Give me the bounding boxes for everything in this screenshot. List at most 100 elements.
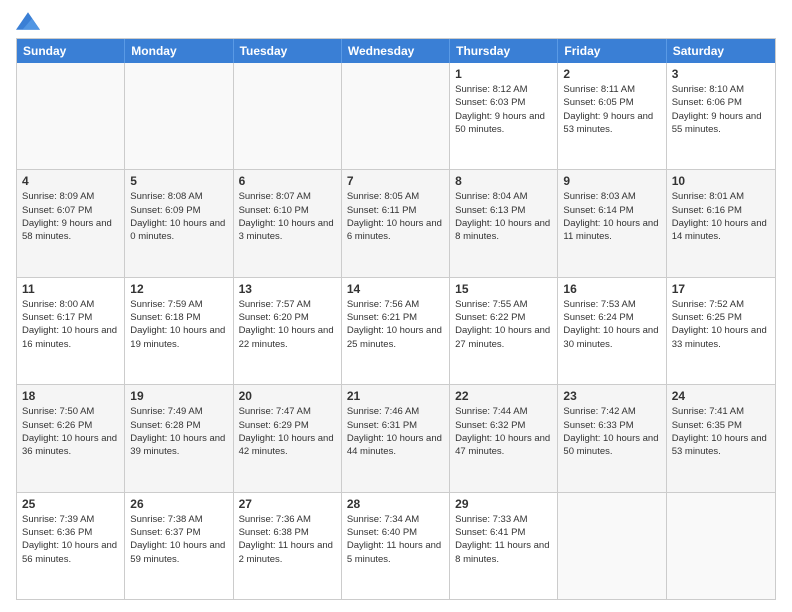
calendar-cell: 15Sunrise: 7:55 AM Sunset: 6:22 PM Dayli… <box>450 278 558 384</box>
calendar-cell: 10 Sunrise: 8:01 AM Sunset: 6:16 PM Dayli… <box>667 170 775 276</box>
day-number: 6 <box>239 174 336 188</box>
calendar-cell: 21 Sunrise: 7:46 AM Sunset: 6:31 PM Dayli… <box>342 385 450 491</box>
calendar-week-row: 11Sunrise: 8:00 AM Sunset: 6:17 PM Dayli… <box>17 278 775 385</box>
day-number: 19 <box>130 389 227 403</box>
calendar-cell: 4 Sunrise: 8:09 AM Sunset: 6:07 PM Daylig… <box>17 170 125 276</box>
calendar-cell <box>667 493 775 599</box>
calendar-header-row: SundayMondayTuesdayWednesdayThursdayFrid… <box>17 39 775 63</box>
day-info: Sunrise: 8:08 AM Sunset: 6:09 PM Dayligh… <box>130 190 227 243</box>
calendar-cell: 12 Sunrise: 7:59 AM Sunset: 6:18 PM Dayli… <box>125 278 233 384</box>
calendar-cell: 28 Sunrise: 7:34 AM Sunset: 6:40 PM Dayli… <box>342 493 450 599</box>
day-info: Sunrise: 8:03 AM Sunset: 6:14 PM Dayligh… <box>563 190 660 243</box>
calendar-cell: 7Sunrise: 8:05 AM Sunset: 6:11 PM Daylig… <box>342 170 450 276</box>
calendar-body: 1Sunrise: 8:12 AM Sunset: 6:03 PM Daylig… <box>17 63 775 599</box>
day-number: 22 <box>455 389 552 403</box>
day-info: Sunrise: 7:47 AM Sunset: 6:29 PM Dayligh… <box>239 405 336 458</box>
day-info: Sunrise: 7:49 AM Sunset: 6:28 PM Dayligh… <box>130 405 227 458</box>
calendar-cell <box>342 63 450 169</box>
calendar-cell: 20 Sunrise: 7:47 AM Sunset: 6:29 PM Dayli… <box>234 385 342 491</box>
day-number: 17 <box>672 282 770 296</box>
day-info: Sunrise: 7:36 AM Sunset: 6:38 PM Dayligh… <box>239 513 336 566</box>
day-info: Sunrise: 7:53 AM Sunset: 6:24 PM Dayligh… <box>563 298 660 351</box>
day-number: 25 <box>22 497 119 511</box>
calendar-cell: 13 Sunrise: 7:57 AM Sunset: 6:20 PM Dayli… <box>234 278 342 384</box>
day-number: 24 <box>672 389 770 403</box>
calendar-cell: 14Sunrise: 7:56 AM Sunset: 6:21 PM Dayli… <box>342 278 450 384</box>
day-number: 29 <box>455 497 552 511</box>
calendar-cell: 23Sunrise: 7:42 AM Sunset: 6:33 PM Dayli… <box>558 385 666 491</box>
calendar-cell: 26 Sunrise: 7:38 AM Sunset: 6:37 PM Dayli… <box>125 493 233 599</box>
day-number: 7 <box>347 174 444 188</box>
day-info: Sunrise: 8:07 AM Sunset: 6:10 PM Dayligh… <box>239 190 336 243</box>
calendar: SundayMondayTuesdayWednesdayThursdayFrid… <box>16 38 776 600</box>
calendar-header-cell: Wednesday <box>342 39 450 63</box>
calendar-cell: 27Sunrise: 7:36 AM Sunset: 6:38 PM Dayli… <box>234 493 342 599</box>
calendar-week-row: 4 Sunrise: 8:09 AM Sunset: 6:07 PM Daylig… <box>17 170 775 277</box>
calendar-header-cell: Thursday <box>450 39 558 63</box>
day-info: Sunrise: 7:56 AM Sunset: 6:21 PM Dayligh… <box>347 298 444 351</box>
day-info: Sunrise: 8:12 AM Sunset: 6:03 PM Dayligh… <box>455 83 552 136</box>
day-info: Sunrise: 8:04 AM Sunset: 6:13 PM Dayligh… <box>455 190 552 243</box>
day-info: Sunrise: 7:33 AM Sunset: 6:41 PM Dayligh… <box>455 513 552 566</box>
calendar-cell: 29 Sunrise: 7:33 AM Sunset: 6:41 PM Dayli… <box>450 493 558 599</box>
day-info: Sunrise: 7:50 AM Sunset: 6:26 PM Dayligh… <box>22 405 119 458</box>
calendar-cell <box>234 63 342 169</box>
day-number: 28 <box>347 497 444 511</box>
calendar-cell: 11Sunrise: 8:00 AM Sunset: 6:17 PM Dayli… <box>17 278 125 384</box>
calendar-cell <box>125 63 233 169</box>
calendar-cell: 18 Sunrise: 7:50 AM Sunset: 6:26 PM Dayli… <box>17 385 125 491</box>
day-number: 10 <box>672 174 770 188</box>
day-info: Sunrise: 7:46 AM Sunset: 6:31 PM Dayligh… <box>347 405 444 458</box>
day-number: 5 <box>130 174 227 188</box>
calendar-cell: 19 Sunrise: 7:49 AM Sunset: 6:28 PM Dayli… <box>125 385 233 491</box>
day-number: 12 <box>130 282 227 296</box>
day-info: Sunrise: 7:42 AM Sunset: 6:33 PM Dayligh… <box>563 405 660 458</box>
day-info: Sunrise: 7:59 AM Sunset: 6:18 PM Dayligh… <box>130 298 227 351</box>
day-info: Sunrise: 7:38 AM Sunset: 6:37 PM Dayligh… <box>130 513 227 566</box>
day-number: 21 <box>347 389 444 403</box>
day-info: Sunrise: 7:34 AM Sunset: 6:40 PM Dayligh… <box>347 513 444 566</box>
calendar-cell: 6 Sunrise: 8:07 AM Sunset: 6:10 PM Daylig… <box>234 170 342 276</box>
day-info: Sunrise: 8:11 AM Sunset: 6:05 PM Dayligh… <box>563 83 660 136</box>
day-number: 9 <box>563 174 660 188</box>
calendar-cell: 16 Sunrise: 7:53 AM Sunset: 6:24 PM Dayli… <box>558 278 666 384</box>
day-number: 26 <box>130 497 227 511</box>
logo-icon <box>16 12 40 30</box>
day-info: Sunrise: 8:09 AM Sunset: 6:07 PM Dayligh… <box>22 190 119 243</box>
day-info: Sunrise: 7:44 AM Sunset: 6:32 PM Dayligh… <box>455 405 552 458</box>
day-number: 13 <box>239 282 336 296</box>
calendar-header-cell: Sunday <box>17 39 125 63</box>
day-info: Sunrise: 7:39 AM Sunset: 6:36 PM Dayligh… <box>22 513 119 566</box>
calendar-cell: 17Sunrise: 7:52 AM Sunset: 6:25 PM Dayli… <box>667 278 775 384</box>
calendar-cell: 24Sunrise: 7:41 AM Sunset: 6:35 PM Dayli… <box>667 385 775 491</box>
day-info: Sunrise: 8:01 AM Sunset: 6:16 PM Dayligh… <box>672 190 770 243</box>
calendar-cell <box>558 493 666 599</box>
page: SundayMondayTuesdayWednesdayThursdayFrid… <box>0 0 792 612</box>
day-number: 3 <box>672 67 770 81</box>
day-number: 18 <box>22 389 119 403</box>
calendar-header-cell: Saturday <box>667 39 775 63</box>
day-number: 15 <box>455 282 552 296</box>
calendar-cell: 9 Sunrise: 8:03 AM Sunset: 6:14 PM Daylig… <box>558 170 666 276</box>
calendar-cell: 8 Sunrise: 8:04 AM Sunset: 6:13 PM Daylig… <box>450 170 558 276</box>
calendar-cell: 5 Sunrise: 8:08 AM Sunset: 6:09 PM Daylig… <box>125 170 233 276</box>
logo <box>16 12 44 30</box>
day-info: Sunrise: 8:00 AM Sunset: 6:17 PM Dayligh… <box>22 298 119 351</box>
calendar-cell: 22 Sunrise: 7:44 AM Sunset: 6:32 PM Dayli… <box>450 385 558 491</box>
day-number: 16 <box>563 282 660 296</box>
day-number: 4 <box>22 174 119 188</box>
calendar-cell: 25 Sunrise: 7:39 AM Sunset: 6:36 PM Dayli… <box>17 493 125 599</box>
day-number: 20 <box>239 389 336 403</box>
calendar-header-cell: Monday <box>125 39 233 63</box>
day-number: 2 <box>563 67 660 81</box>
day-number: 8 <box>455 174 552 188</box>
day-info: Sunrise: 7:57 AM Sunset: 6:20 PM Dayligh… <box>239 298 336 351</box>
day-info: Sunrise: 8:10 AM Sunset: 6:06 PM Dayligh… <box>672 83 770 136</box>
calendar-cell <box>17 63 125 169</box>
calendar-cell: 1Sunrise: 8:12 AM Sunset: 6:03 PM Daylig… <box>450 63 558 169</box>
calendar-header-cell: Friday <box>558 39 666 63</box>
calendar-cell: 2 Sunrise: 8:11 AM Sunset: 6:05 PM Daylig… <box>558 63 666 169</box>
calendar-week-row: 18 Sunrise: 7:50 AM Sunset: 6:26 PM Dayli… <box>17 385 775 492</box>
calendar-week-row: 25 Sunrise: 7:39 AM Sunset: 6:36 PM Dayli… <box>17 493 775 599</box>
calendar-cell: 3 Sunrise: 8:10 AM Sunset: 6:06 PM Daylig… <box>667 63 775 169</box>
